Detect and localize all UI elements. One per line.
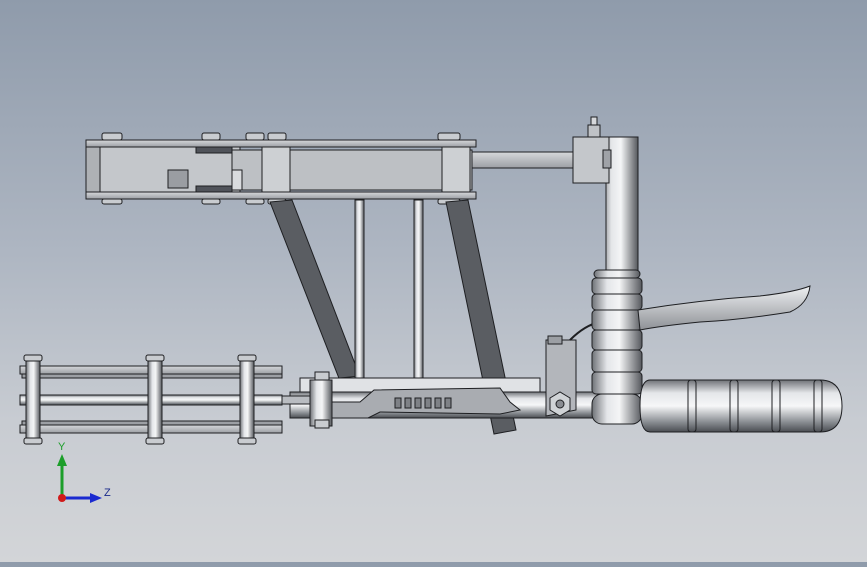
- top-frame: [85, 139, 577, 200]
- x-axis-dot: [58, 494, 66, 502]
- z-axis-arrowhead: [90, 493, 102, 503]
- y-axis-label: Y: [58, 441, 66, 453]
- assembly-model[interactable]: [0, 0, 867, 562]
- vertical-rods: [354, 199, 424, 383]
- z-axis-label: Z: [104, 487, 111, 499]
- vertical-post: [572, 116, 639, 291]
- post-collar: [591, 269, 643, 425]
- y-axis-arrowhead: [57, 454, 67, 466]
- hand-grip: [639, 379, 843, 433]
- cad-viewport[interactable]: [0, 0, 867, 562]
- brake-lever: [637, 285, 811, 331]
- roller-chain: [19, 354, 333, 445]
